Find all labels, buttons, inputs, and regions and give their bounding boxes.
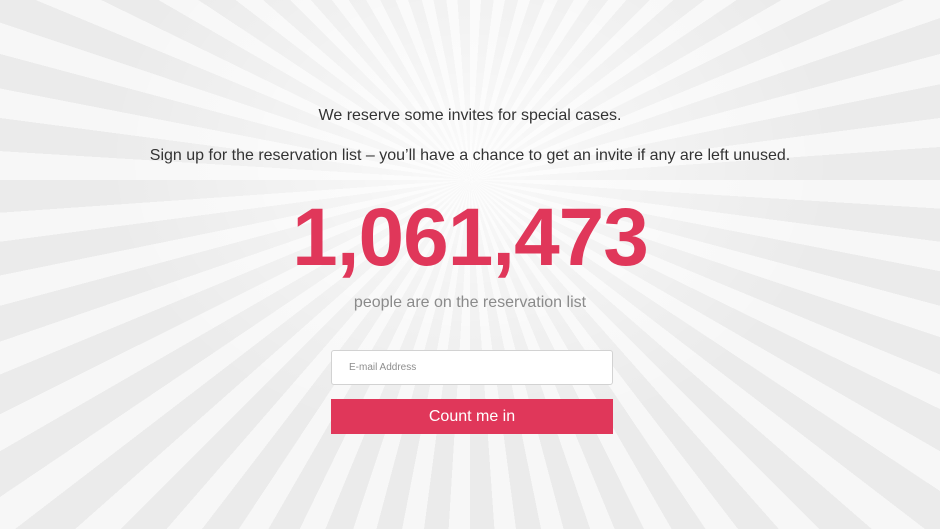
count-me-in-button[interactable]: Count me in: [331, 399, 613, 434]
intro-text-special-cases: We reserve some invites for special case…: [318, 107, 622, 124]
intro-text-signup: Sign up for the reservation list – you’l…: [149, 147, 791, 164]
email-field[interactable]: [331, 350, 613, 385]
reservation-counter: 1,061,473: [292, 192, 649, 283]
reservation-counter-caption: people are on the reservation list: [353, 294, 587, 311]
reservation-page: We reserve some invites for special case…: [0, 0, 940, 529]
